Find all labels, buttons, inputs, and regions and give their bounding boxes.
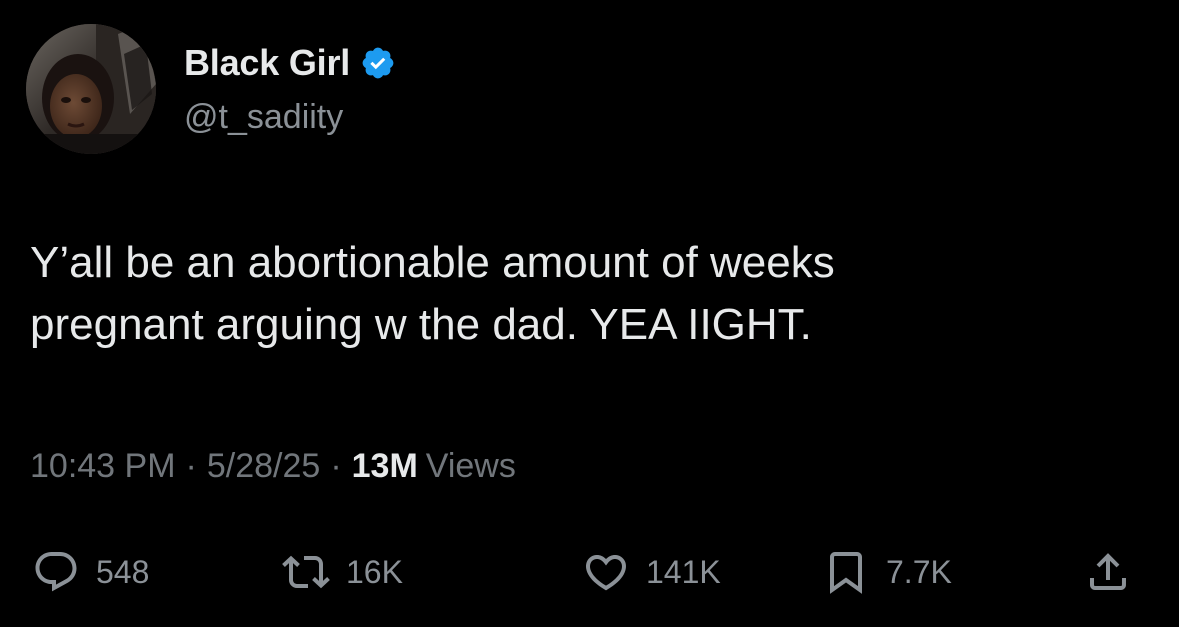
- like-count: 141K: [646, 553, 721, 590]
- author-name-row: Black Girl: [184, 40, 396, 86]
- reply-button[interactable]: 548: [32, 540, 149, 604]
- reply-count: 548: [96, 553, 150, 590]
- retweet-icon: [282, 548, 330, 596]
- share-icon: [1084, 548, 1132, 596]
- retweet-count: 16K: [346, 553, 403, 590]
- verified-badge-icon: [360, 45, 396, 81]
- tweet-time[interactable]: 10:43 PM: [30, 447, 176, 486]
- avatar-photo: [26, 24, 156, 154]
- tweet-card: Black Girl @t_sadiity Y’all be an aborti…: [0, 0, 1179, 627]
- action-bar: 548 16K 141K 7.7K: [0, 540, 1179, 604]
- heart-icon: [582, 548, 630, 596]
- meta-separator: ·: [330, 447, 342, 485]
- retweet-button[interactable]: 16K: [282, 540, 403, 604]
- tweet-meta: 10:43 PM · 5/28/25 · 13M Views: [30, 447, 516, 486]
- bookmark-icon: [822, 548, 870, 596]
- views-count: 13M: [351, 447, 418, 485]
- author-handle[interactable]: @t_sadiity: [184, 98, 343, 137]
- like-button[interactable]: 141K: [582, 540, 721, 604]
- bookmark-count: 7.7K: [886, 553, 952, 590]
- meta-separator: ·: [185, 447, 197, 485]
- tweet-text-line: Y’all be an abortionable amount of weeks: [30, 238, 835, 287]
- reply-icon: [32, 548, 80, 596]
- bookmark-button[interactable]: 7.7K: [822, 540, 952, 604]
- share-button[interactable]: [1084, 540, 1132, 604]
- tweet-text-line: pregnant arguing w the dad. YEA IIGHT.: [30, 300, 812, 349]
- views-label: Views: [425, 447, 516, 485]
- tweet-text: Y’all be an abortionable amount of weeks…: [30, 232, 1150, 356]
- author-avatar[interactable]: [26, 24, 156, 154]
- tweet-date[interactable]: 5/28/25: [207, 447, 320, 486]
- author-display-name[interactable]: Black Girl: [184, 42, 350, 84]
